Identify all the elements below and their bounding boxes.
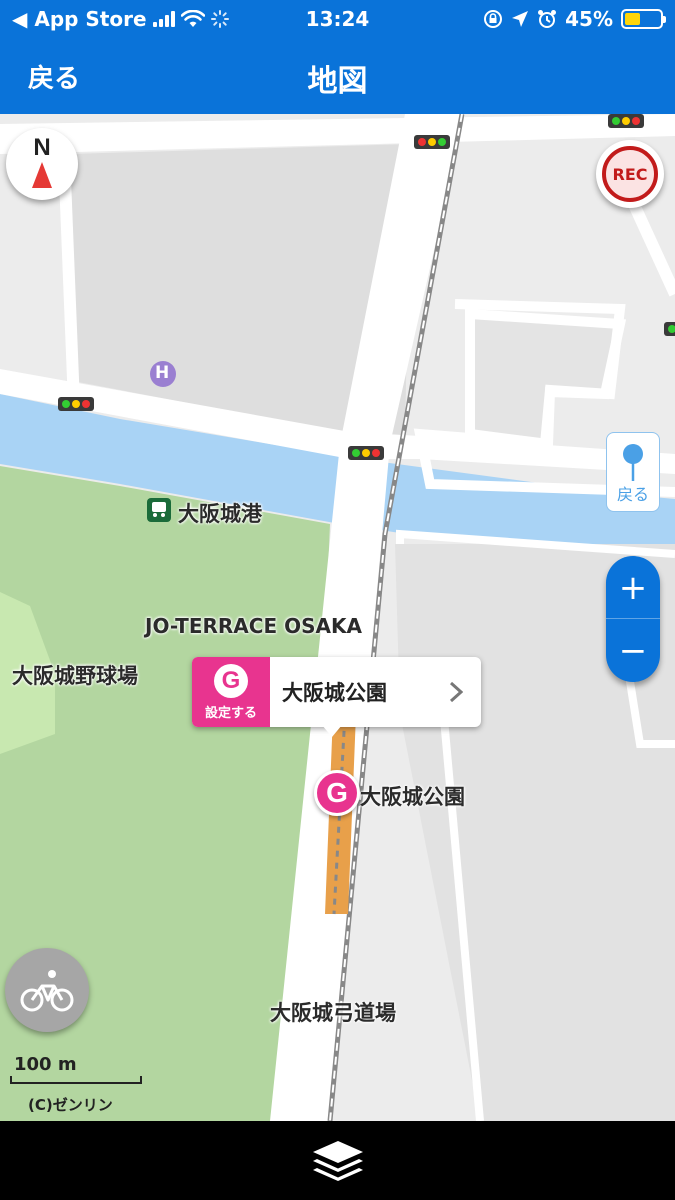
goal-marker-icon[interactable]: G — [314, 770, 360, 816]
map-label-port: 大阪城港 — [178, 502, 262, 526]
bicycle-mode-button[interactable] — [5, 948, 89, 1032]
scale-bar — [10, 1076, 142, 1084]
location-arrow-icon — [512, 11, 529, 27]
set-goal-card[interactable]: G 設定する 大阪城公園 — [192, 657, 481, 727]
pin-back-label: 戻る — [616, 485, 649, 504]
zoom-control: + − — [606, 556, 660, 682]
map-label-kyudo: 大阪城弓道場 — [270, 1001, 396, 1025]
set-goal-button[interactable]: G 設定する — [192, 657, 270, 727]
bicycle-icon — [20, 970, 74, 1012]
bottom-bar — [0, 1121, 675, 1200]
map-label-terrace: JO-TERRACE OSAKA — [145, 614, 362, 638]
rec-button[interactable]: REC — [596, 140, 664, 208]
page-title: 地図 — [307, 64, 368, 99]
set-goal-label: 設定する — [204, 705, 257, 721]
traffic-signal-icon — [414, 135, 450, 149]
top-bar: ◀ App Store 13:24 45% 戻る 地図 — [0, 0, 675, 114]
traffic-signal-icon — [58, 397, 94, 411]
battery-icon — [621, 9, 666, 29]
pin-back-button[interactable]: 戻る — [606, 432, 660, 512]
chevron-right-icon — [431, 657, 481, 727]
traffic-signal-icon — [664, 322, 675, 336]
compass-needle-icon — [32, 162, 52, 188]
map-label-goal-place: 大阪城公園 — [360, 785, 465, 809]
goal-card-pointer — [322, 725, 342, 737]
rotation-lock-icon — [484, 10, 503, 28]
battery-percentage: 45% — [565, 7, 613, 31]
map-copyright: (C)ゼンリン — [28, 1096, 113, 1114]
traffic-signal-icon — [348, 446, 384, 460]
map-label-baseball: 大阪城野球場 — [12, 664, 138, 688]
goal-place-name: 大阪城公園 — [282, 681, 387, 705]
goal-icon: G — [214, 663, 248, 698]
traffic-signal-icon — [608, 114, 644, 128]
compass-button[interactable]: N — [6, 128, 78, 200]
compass-north-label: N — [33, 134, 51, 161]
map-pin-icon — [623, 444, 643, 481]
alarm-icon — [538, 10, 557, 28]
rec-label: REC — [602, 146, 658, 202]
zoom-out-button[interactable]: − — [606, 619, 660, 682]
zoom-separator — [606, 618, 660, 619]
layers-icon[interactable] — [311, 1139, 365, 1183]
scale-label: 100 m — [14, 1054, 77, 1075]
status-bar: ◀ App Store 13:24 45% — [0, 0, 675, 38]
map-view[interactable]: H 大阪城港 JO-TERRACE OSAKA 大阪城野球場 大阪城公園 大阪城… — [0, 114, 675, 1121]
hospital-icon[interactable]: H — [155, 363, 169, 383]
map-scale: 100 m — [10, 1054, 142, 1084]
zoom-in-button[interactable]: + — [606, 556, 660, 619]
